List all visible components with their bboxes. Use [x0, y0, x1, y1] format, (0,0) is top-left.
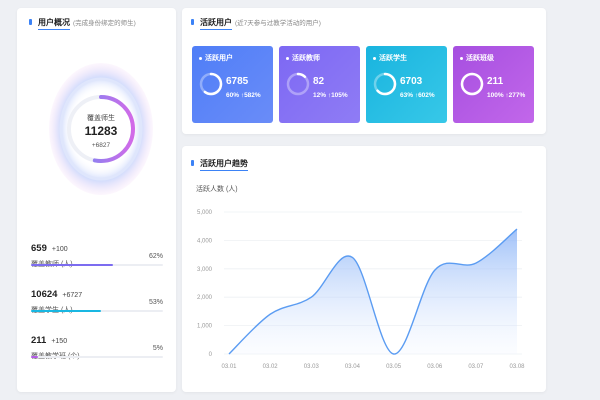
- active-users-title-text: 活跃用户: [200, 17, 232, 30]
- x-tick-label: 03.08: [509, 364, 525, 370]
- card-stat: 60% ↑582%: [226, 92, 261, 99]
- stat-percent: 5%: [152, 345, 163, 352]
- x-tick-label: 03.01: [221, 364, 237, 370]
- trend-area-chart: 0 1,000 2,000 3,000 4,000 5,000 03.01 03.02 03.0…: [197, 210, 525, 370]
- x-tick-label: 03.02: [263, 364, 279, 370]
- y-tick-label: 4,000: [197, 238, 213, 244]
- ring-center-label: 覆盖师生: [87, 113, 115, 122]
- y-tick-label: 0: [209, 352, 213, 358]
- overview-subtitle: (完成身份绑定的师生): [73, 20, 136, 27]
- stat-progress-fill: [31, 356, 38, 358]
- x-tick-label: 03.07: [468, 364, 484, 370]
- x-tick-label: 03.05: [386, 364, 402, 370]
- y-tick-label: 3,000: [197, 267, 213, 273]
- card-active-users[interactable]: 活跃用户 6785 60% ↑582%: [192, 46, 273, 123]
- stat-classes: 211+150 覆盖教学班 (个) 5%: [31, 330, 163, 361]
- card-stat: 63% ↑602%: [400, 92, 435, 99]
- active-users-panel: 活跃用户 (近7天参与过教学活动的用户) 活跃用户 6785 60% ↑582% …: [182, 8, 546, 134]
- stat-value: 659: [31, 243, 47, 254]
- overview-title-text: 用户概况: [38, 17, 70, 30]
- card-progress-ring: [286, 72, 310, 96]
- stat-percent: 62%: [148, 253, 163, 260]
- y-tick-label: 2,000: [197, 295, 213, 301]
- stat-increase: +150: [51, 338, 68, 345]
- series-area-fill: [229, 229, 517, 355]
- stat-students: 10624+6727 覆盖学生 (人) 53%: [31, 284, 163, 315]
- title-accent-bar: [191, 19, 194, 25]
- active-users-subtitle: (近7天参与过教学活动的用户): [235, 20, 321, 27]
- card-active-students[interactable]: 活跃学生 6703 63% ↑602%: [366, 46, 447, 123]
- card-title: 活跃用户: [199, 53, 233, 63]
- title-accent-bar: [29, 19, 32, 25]
- stat-value: 211: [31, 335, 47, 346]
- y-tick-label: 5,000: [197, 210, 213, 216]
- card-active-classes[interactable]: 活跃班级 211 100% ↑277%: [453, 46, 534, 123]
- stat-progress-track: [31, 310, 163, 312]
- x-tick-label: 03.06: [427, 364, 443, 370]
- ring-center-value: 11283: [85, 124, 118, 138]
- stat-increase: +100: [51, 246, 68, 253]
- card-value: 6703: [400, 76, 423, 87]
- x-tick-label: 03.04: [345, 364, 361, 370]
- coverage-ring-chart: 覆盖师生 11283 +6827: [47, 60, 155, 198]
- card-value: 82: [313, 76, 325, 87]
- y-tick-label: 1,000: [197, 324, 213, 330]
- overview-title: 用户概况 (完成身份绑定的师生): [29, 17, 136, 30]
- card-value: 211: [487, 76, 504, 87]
- stat-progress-fill: [31, 264, 113, 266]
- user-overview-panel: 用户概况 (完成身份绑定的师生) 覆盖师生 11283 +6827 659 +1…: [17, 8, 176, 392]
- stat-teachers: 659+100 覆盖教师 (人) 62%: [31, 238, 163, 269]
- card-active-teachers[interactable]: 活跃教师 82 12% ↑105%: [279, 46, 360, 123]
- ring-center-increase: +6827: [92, 142, 111, 149]
- card-progress-ring: [199, 72, 223, 96]
- stat-increase: +6727: [62, 292, 83, 299]
- card-title: 活跃教师: [286, 53, 320, 63]
- card-progress-ring: [460, 72, 484, 96]
- stat-percent: 53%: [148, 299, 163, 306]
- stat-progress-track: [31, 264, 163, 266]
- card-title: 活跃学生: [373, 53, 407, 63]
- active-users-title: 活跃用户 (近7天参与过教学活动的用户): [191, 17, 321, 30]
- card-stat: 100% ↑277%: [487, 92, 526, 99]
- coverage-ring-svg: 覆盖师生 11283 +6827: [49, 63, 153, 195]
- stat-value: 10624: [31, 289, 58, 300]
- active-trend-panel: 活跃用户趋势 活跃人数 (人) 0 1,000 2,000 3,000 4,000 5,0…: [182, 146, 546, 392]
- stat-progress-fill: [31, 310, 101, 312]
- card-stat: 12% ↑105%: [313, 92, 348, 99]
- stat-progress-track: [31, 356, 163, 358]
- card-value: 6785: [226, 76, 249, 87]
- card-title: 活跃班级: [460, 53, 494, 63]
- x-tick-label: 03.03: [304, 364, 320, 370]
- card-ring-progress: [460, 72, 484, 96]
- card-progress-ring: [373, 72, 397, 96]
